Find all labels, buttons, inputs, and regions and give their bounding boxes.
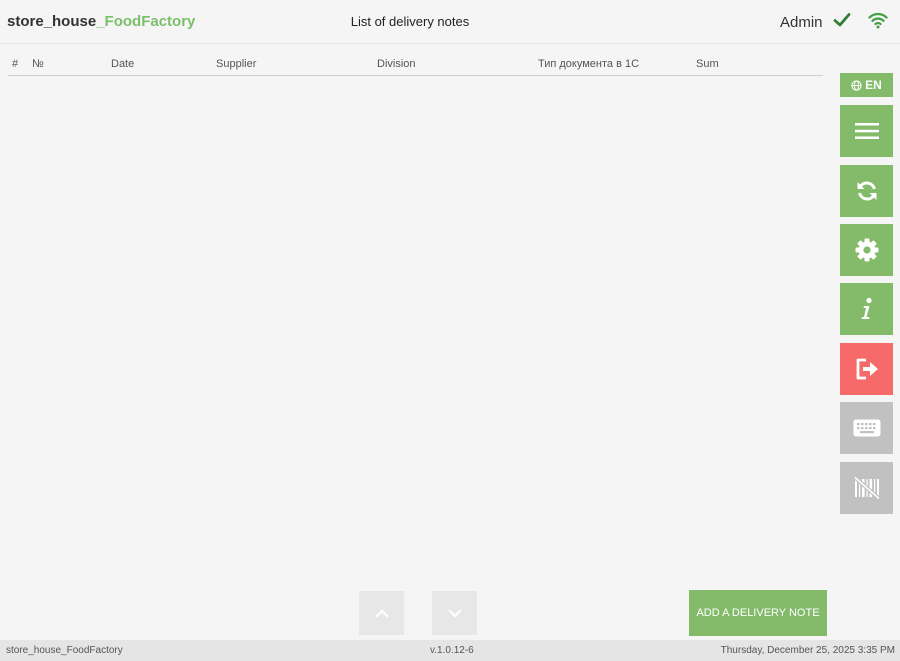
page-title: List of delivery notes: [350, 14, 470, 29]
keyboard-icon: [853, 419, 880, 437]
column-header-index[interactable]: #: [12, 58, 18, 70]
sync-icon: [857, 181, 876, 201]
info-button[interactable]: [840, 283, 893, 335]
scroll-up-button[interactable]: [359, 591, 404, 635]
language-button[interactable]: EN: [840, 73, 893, 97]
logout-button[interactable]: [840, 343, 893, 395]
table-header: # № Date Supplier Division Тип документа…: [8, 54, 823, 76]
hamburger-icon: [854, 123, 879, 139]
barcode-off-icon: [853, 476, 880, 500]
status-bar: store_house_FoodFactory v.1.0.12-6 Thurs…: [0, 640, 900, 661]
sync-button[interactable]: [840, 165, 893, 217]
chevron-down-icon: [447, 608, 462, 618]
check-icon: [833, 13, 851, 27]
delivery-notes-table: # № Date Supplier Division Тип документа…: [8, 54, 823, 76]
barcode-button[interactable]: [840, 462, 893, 514]
chevron-up-icon: [374, 608, 389, 618]
gear-icon: [855, 238, 878, 262]
menu-button[interactable]: [840, 105, 893, 157]
add-delivery-note-button[interactable]: ADD A DELIVERY NOTE: [689, 590, 827, 636]
column-header-doc-type[interactable]: Тип документа в 1С: [538, 58, 639, 70]
app-header: store_house_FoodFactory List of delivery…: [0, 0, 900, 44]
user-name[interactable]: Admin: [780, 14, 823, 31]
logout-icon: [856, 358, 878, 380]
info-icon: [861, 297, 872, 319]
footer-datetime: Thursday, December 25, 2025 3:35 PM: [720, 645, 895, 656]
settings-button[interactable]: [840, 224, 893, 276]
column-header-date[interactable]: Date: [111, 58, 134, 70]
footer-version: v.1.0.12-6: [430, 645, 474, 656]
scroll-down-button[interactable]: [432, 591, 477, 635]
footer-app-name: store_house_FoodFactory: [6, 645, 123, 656]
globe-icon: [851, 79, 862, 91]
keyboard-button[interactable]: [840, 402, 893, 454]
column-header-supplier[interactable]: Supplier: [216, 58, 256, 70]
column-header-division[interactable]: Division: [377, 58, 416, 70]
language-label: EN: [865, 78, 882, 92]
wifi-icon: [868, 12, 888, 29]
column-header-sum[interactable]: Sum: [696, 58, 719, 70]
column-header-number[interactable]: №: [32, 58, 44, 70]
